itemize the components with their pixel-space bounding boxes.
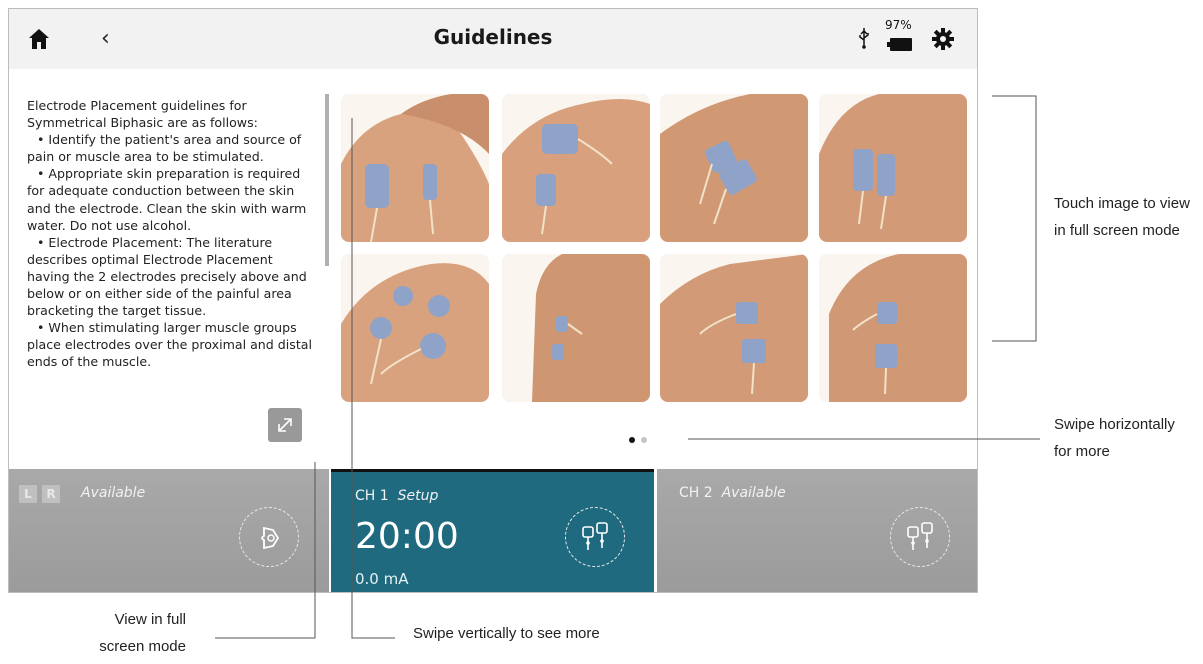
annotation-swipe-horizontal: Swipe horizontally for more [1054, 416, 1175, 460]
annotation-touch-image: Touch image to view in full screen mode [1054, 195, 1190, 239]
callout-lines [215, 95, 1040, 639]
annotation-swipe-vertical: Swipe vertically to see more [413, 625, 600, 642]
annotation-view-full: View in full screen mode [99, 611, 186, 655]
